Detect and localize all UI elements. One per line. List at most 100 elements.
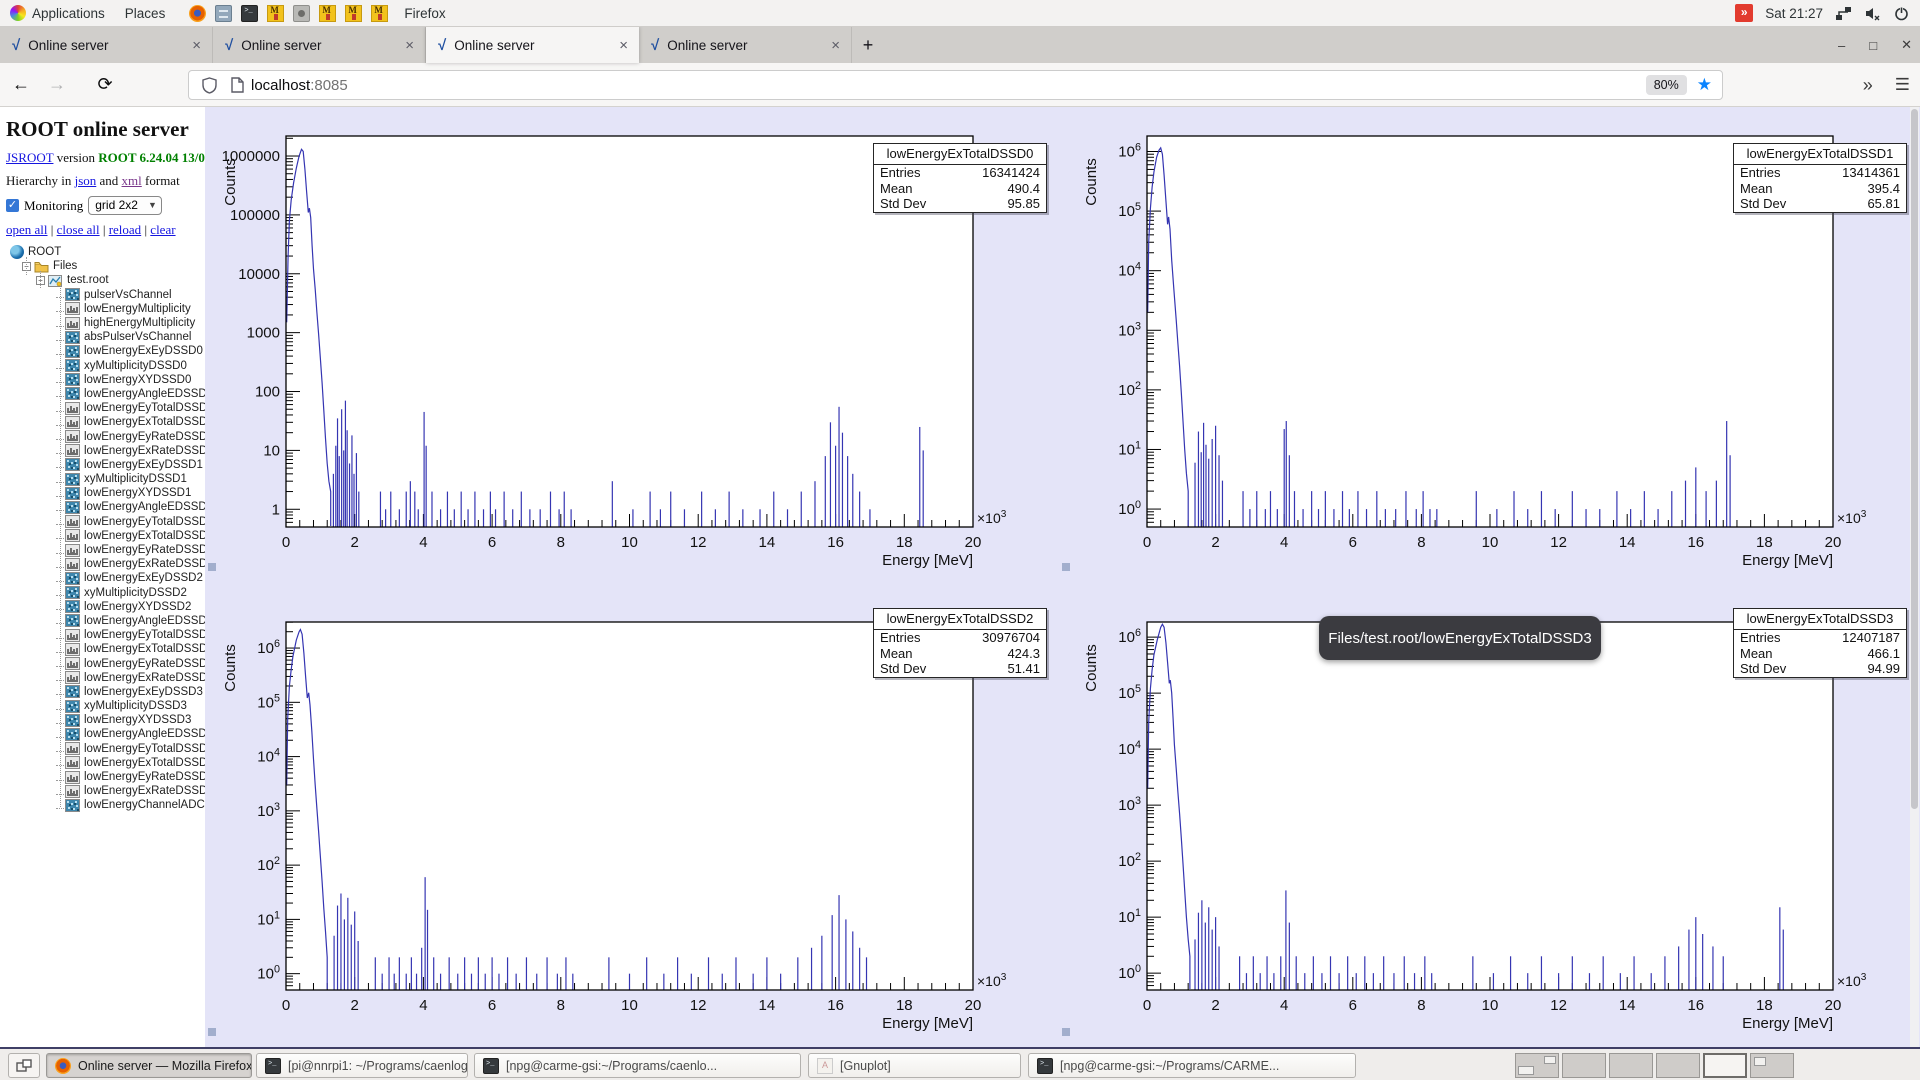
forward-button[interactable]: → bbox=[42, 70, 72, 100]
tree-item-lowEnergyEyRateDSSD2[interactable]: lowEnergyEyRateDSSD2 bbox=[6, 656, 205, 670]
task-button-5[interactable]: [npg@carme-gsi:~/Programs/CARME... bbox=[1028, 1053, 1356, 1078]
tree-item-lowEnergyExEyDSSD0[interactable]: lowEnergyExEyDSSD0 bbox=[6, 344, 205, 358]
tree-item-lowEnergyMultiplicity[interactable]: lowEnergyMultiplicity bbox=[6, 302, 205, 316]
tree-item-lowEnergyAngleEDSSD0[interactable]: lowEnergyAngleEDSSD0 bbox=[6, 387, 205, 401]
midas-icon[interactable] bbox=[345, 5, 362, 22]
tree-item-lowEnergyEyTotalDSSD1[interactable]: lowEnergyEyTotalDSSD1 bbox=[6, 515, 205, 529]
overflow-menu-icon[interactable]: » bbox=[1863, 75, 1873, 96]
midas-icon[interactable] bbox=[319, 5, 336, 22]
page-scrollbar[interactable] bbox=[1910, 107, 1919, 1047]
resize-grip[interactable] bbox=[208, 1028, 216, 1036]
stats-box-lowEnergyExTotalDSSD1[interactable]: lowEnergyExTotalDSSD1Entries13414361Mean… bbox=[1733, 143, 1907, 213]
tree-item-lowEnergyAngleEDSSD2[interactable]: lowEnergyAngleEDSSD2 bbox=[6, 614, 205, 628]
tree-item-absPulserVsChannel[interactable]: absPulserVsChannel bbox=[6, 330, 205, 344]
tree-item-lowEnergyExEyDSSD3[interactable]: lowEnergyExEyDSSD3 bbox=[6, 685, 205, 699]
page-info-icon[interactable] bbox=[231, 77, 244, 93]
tab-close-icon[interactable]: × bbox=[828, 37, 843, 54]
tab-close-icon[interactable]: × bbox=[402, 37, 417, 54]
plot-panel-lowEnergyExTotalDSSD3[interactable]: 10610510410310210110002468101214161820×1… bbox=[1083, 622, 1867, 1032]
hamburger-menu-icon[interactable]: ☰ bbox=[1895, 75, 1910, 95]
tree-item-xyMultiplicityDSSD3[interactable]: xyMultiplicityDSSD3 bbox=[6, 699, 205, 713]
screenshot-icon[interactable] bbox=[293, 5, 310, 22]
task-button-1[interactable]: Online server — Mozilla Firefox bbox=[46, 1053, 252, 1078]
terminal-icon[interactable] bbox=[241, 5, 258, 22]
resize-grip[interactable] bbox=[1062, 1028, 1070, 1036]
tree-item-lowEnergyExTotalDSSD0[interactable]: lowEnergyExTotalDSSD0 bbox=[6, 415, 205, 429]
tree-item-lowEnergyEyTotalDSSD2[interactable]: lowEnergyEyTotalDSSD2 bbox=[6, 628, 205, 642]
power-icon[interactable] bbox=[1893, 5, 1910, 22]
applications-menu[interactable]: Applications bbox=[0, 0, 115, 27]
workspace-4[interactable] bbox=[1656, 1053, 1700, 1078]
tab-close-icon[interactable]: × bbox=[189, 37, 204, 54]
show-desktop-button[interactable] bbox=[8, 1053, 40, 1078]
plot-panel-lowEnergyExTotalDSSD2[interactable]: 10610510410310210110002468101214161820×1… bbox=[222, 622, 1007, 1032]
reload-button[interactable]: ⟳ bbox=[90, 70, 120, 100]
task-button-2[interactable]: [pi@nnrpi1: ~/Programs/caenlogger] bbox=[256, 1053, 468, 1078]
tree-item-lowEnergyEyRateDSSD1[interactable]: lowEnergyEyRateDSSD1 bbox=[6, 543, 205, 557]
maximize-icon[interactable]: □ bbox=[1869, 38, 1877, 53]
tree-item-lowEnergyExRateDSSD0[interactable]: lowEnergyExRateDSSD0 bbox=[6, 444, 205, 458]
tree-item-lowEnergyXYDSSD1[interactable]: lowEnergyXYDSSD1 bbox=[6, 486, 205, 500]
places-menu[interactable]: Places bbox=[115, 0, 176, 27]
network-icon[interactable] bbox=[1835, 5, 1852, 22]
scrollbar-thumb[interactable] bbox=[1911, 109, 1918, 809]
tree-item-lowEnergyEyRateDSSD0[interactable]: lowEnergyEyRateDSSD0 bbox=[6, 429, 205, 443]
clock[interactable]: Sat 21:27 bbox=[1765, 6, 1823, 21]
workspace-5[interactable] bbox=[1703, 1053, 1747, 1078]
tree-item-lowEnergyXYDSSD2[interactable]: lowEnergyXYDSSD2 bbox=[6, 600, 205, 614]
tree-item-lowEnergyEyTotalDSSD3[interactable]: lowEnergyEyTotalDSSD3 bbox=[6, 742, 205, 756]
tree-item-lowEnergyEyRateDSSD3[interactable]: lowEnergyEyRateDSSD3 bbox=[6, 770, 205, 784]
tree-item-pulserVsChannel[interactable]: pulserVsChannel bbox=[6, 288, 205, 302]
tree-item-lowEnergyExRateDSSD2[interactable]: lowEnergyExRateDSSD2 bbox=[6, 671, 205, 685]
tree-item-lowEnergyXYDSSD3[interactable]: lowEnergyXYDSSD3 bbox=[6, 713, 205, 727]
tree-item-xyMultiplicityDSSD0[interactable]: xyMultiplicityDSSD0 bbox=[6, 359, 205, 373]
workspace-6[interactable] bbox=[1750, 1053, 1794, 1078]
jsroot-link[interactable]: JSROOT bbox=[6, 150, 53, 165]
tab-online-server[interactable]: √Online server× bbox=[426, 27, 639, 63]
tree-item-lowEnergyExEyDSSD1[interactable]: lowEnergyExEyDSSD1 bbox=[6, 458, 205, 472]
tree-node-files[interactable]: −Files bbox=[6, 259, 205, 273]
file-manager-icon[interactable] bbox=[215, 5, 232, 22]
back-button[interactable]: ← bbox=[6, 70, 36, 100]
histogram-canvas[interactable]: 1000000100000100001000100101024681012141… bbox=[205, 107, 1920, 1047]
midas-icon[interactable] bbox=[371, 5, 388, 22]
workspace-2[interactable] bbox=[1562, 1053, 1606, 1078]
resize-grip[interactable] bbox=[208, 563, 216, 571]
url-text[interactable]: localhost:8085 bbox=[251, 77, 1646, 94]
stats-box-lowEnergyExTotalDSSD3[interactable]: lowEnergyExTotalDSSD3Entries12407187Mean… bbox=[1733, 608, 1907, 678]
tree-item-lowEnergyXYDSSD0[interactable]: lowEnergyXYDSSD0 bbox=[6, 373, 205, 387]
tree-item-highEnergyMultiplicity[interactable]: highEnergyMultiplicity bbox=[6, 316, 205, 330]
tree-item-lowEnergyAngleEDSSD1[interactable]: lowEnergyAngleEDSSD1 bbox=[6, 500, 205, 514]
close-icon[interactable]: ✕ bbox=[1901, 37, 1912, 53]
tree-item-lowEnergyExTotalDSSD1[interactable]: lowEnergyExTotalDSSD1 bbox=[6, 529, 205, 543]
stats-box-lowEnergyExTotalDSSD0[interactable]: lowEnergyExTotalDSSD0Entries16341424Mean… bbox=[873, 143, 1047, 213]
json-link[interactable]: json bbox=[75, 173, 97, 188]
tree-item-xyMultiplicityDSSD2[interactable]: xyMultiplicityDSSD2 bbox=[6, 586, 205, 600]
grid-layout-select[interactable]: grid 2x2▼ bbox=[88, 196, 162, 215]
tree-item-lowEnergyExRateDSSD1[interactable]: lowEnergyExRateDSSD1 bbox=[6, 557, 205, 571]
tree-item-lowEnergyExTotalDSSD2[interactable]: lowEnergyExTotalDSSD2 bbox=[6, 642, 205, 656]
firefox-icon[interactable] bbox=[189, 5, 206, 22]
stats-box-lowEnergyExTotalDSSD2[interactable]: lowEnergyExTotalDSSD2Entries30976704Mean… bbox=[873, 608, 1047, 678]
volume-muted-icon[interactable] bbox=[1864, 5, 1881, 22]
task-button-4[interactable]: [Gnuplot] bbox=[808, 1053, 1021, 1078]
reload-link[interactable]: reload bbox=[109, 222, 141, 237]
tree-node-root[interactable]: ROOT bbox=[6, 245, 205, 259]
workspace-3[interactable] bbox=[1609, 1053, 1653, 1078]
tree-item-lowEnergyExRateDSSD3[interactable]: lowEnergyExRateDSSD3 bbox=[6, 784, 205, 798]
tree-item-lowEnergyExEyDSSD2[interactable]: lowEnergyExEyDSSD2 bbox=[6, 571, 205, 585]
new-tab-button[interactable]: + bbox=[852, 27, 884, 63]
tree-item-lowEnergyEyTotalDSSD0[interactable]: lowEnergyEyTotalDSSD0 bbox=[6, 401, 205, 415]
tab-online-server[interactable]: √Online server× bbox=[639, 27, 852, 63]
tree-item-lowEnergyAngleEDSSD3[interactable]: lowEnergyAngleEDSSD3 bbox=[6, 727, 205, 741]
tree-item-xyMultiplicityDSSD1[interactable]: xyMultiplicityDSSD1 bbox=[6, 472, 205, 486]
resize-grip[interactable] bbox=[1062, 563, 1070, 571]
notification-icon[interactable]: » bbox=[1735, 4, 1753, 22]
shield-icon[interactable] bbox=[202, 77, 217, 94]
xml-link[interactable]: xml bbox=[122, 173, 142, 188]
monitoring-checkbox[interactable]: ✓ bbox=[6, 199, 19, 212]
tab-close-icon[interactable]: × bbox=[616, 37, 631, 54]
open-all-link[interactable]: open all bbox=[6, 222, 48, 237]
task-button-3[interactable]: [npg@carme-gsi:~/Programs/caenlo... bbox=[474, 1053, 801, 1078]
url-bar[interactable]: localhost:8085 80% ★ bbox=[188, 70, 1723, 100]
